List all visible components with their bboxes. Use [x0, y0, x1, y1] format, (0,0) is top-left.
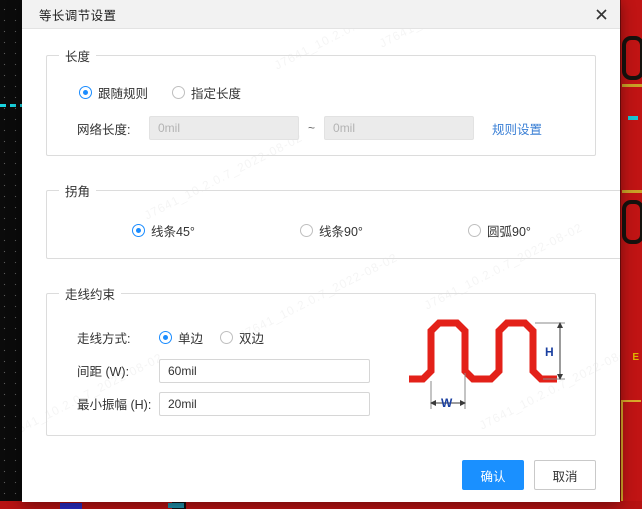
radio-dot-icon — [159, 331, 172, 344]
radio-line-90[interactable]: 线条90° — [300, 221, 468, 240]
radio-dot-icon — [220, 331, 234, 344]
routing-constraint-group: 走线约束 走线方式: 单边 双边 间距 (W): 60mil 最小振幅 (H):… — [46, 284, 596, 436]
dialog-footer: 确认 取消 — [22, 448, 620, 502]
pcb-bottom-trace-blue — [60, 503, 82, 509]
pcb-trace-gold — [622, 84, 642, 87]
length-tuning-settings-dialog: 等长调节设置 J7641_10.2.0.7_2022-08-02 J7641_1… — [22, 0, 620, 502]
pcb-net-marker — [628, 116, 638, 120]
length-mode-radio-group: 跟随规则 指定长度 — [47, 65, 595, 102]
height-dimension-label: H — [545, 345, 554, 359]
routing-group-legend: 走线约束 — [65, 288, 116, 302]
radio-dot-icon — [300, 224, 313, 237]
confirm-button[interactable]: 确认 — [462, 460, 524, 490]
radio-label: 线条90° — [319, 225, 363, 239]
pcb-designator-label: E — [632, 352, 639, 363]
radio-dot-icon — [468, 224, 481, 237]
dialog-title: 等长调节设置 — [39, 8, 117, 23]
length-group-legend: 长度 — [65, 50, 91, 64]
corner-radio-group: 线条45° 线条90° 圆弧90° — [47, 200, 620, 240]
routing-mode-radio-group: 单边 双边 — [159, 328, 264, 347]
radio-label: 圆弧90° — [487, 225, 531, 239]
pcb-keepout-region — [621, 400, 641, 509]
routing-inner: 走线方式: 单边 双边 间距 (W): 60mil 最小振幅 (H): 20mi… — [47, 303, 595, 420]
spacing-input[interactable] — [159, 358, 370, 383]
range-separator: ~ — [308, 121, 316, 135]
amplitude-label: 最小振幅 (H): — [77, 398, 152, 412]
pcb-trace-gold — [622, 190, 642, 193]
cancel-button[interactable]: 取消 — [534, 460, 596, 490]
close-icon[interactable] — [582, 0, 620, 28]
pcb-pad — [622, 200, 642, 244]
pcb-pad — [622, 36, 642, 80]
radio-label: 指定长度 — [191, 87, 242, 101]
width-dimension-label: W — [441, 396, 453, 410]
radio-follow-rule[interactable]: 跟随规则 — [79, 83, 148, 102]
radio-label: 跟随规则 — [98, 87, 149, 101]
radio-single-side[interactable]: 单边 — [159, 328, 203, 347]
radio-label: 单边 — [178, 332, 204, 346]
radio-label: 双边 — [239, 332, 265, 346]
radio-label: 线条45° — [151, 225, 195, 239]
spacing-label: 间距 (W): — [77, 365, 130, 379]
length-group: 长度 跟随规则 指定长度 网络长度: ~ 规则设置 — [46, 46, 596, 156]
radio-arc-90[interactable]: 圆弧90° — [468, 221, 620, 240]
radio-dot-icon — [172, 86, 186, 99]
radio-dot-icon — [132, 224, 145, 237]
dialog-titlebar: 等长调节设置 — [22, 0, 620, 29]
dialog-body: 长度 跟随规则 指定长度 网络长度: ~ 规则设置 拐角 — [22, 46, 620, 436]
corner-group-legend: 拐角 — [65, 185, 91, 199]
net-length-max-input[interactable] — [324, 116, 475, 140]
net-length-min-input[interactable] — [149, 116, 299, 140]
net-length-row: 网络长度: ~ 规则设置 — [47, 102, 595, 140]
pcb-bottom-net-marker — [168, 503, 184, 508]
net-length-label: 网络长度: — [77, 122, 131, 137]
routing-mode-label: 走线方式: — [77, 332, 131, 346]
radio-line-45[interactable]: 线条45° — [132, 221, 300, 240]
radio-specify-length[interactable]: 指定长度 — [172, 83, 241, 102]
corner-group: 拐角 线条45° 线条90° 圆弧90° — [46, 181, 620, 259]
radio-double-side[interactable]: 双边 — [220, 328, 264, 347]
pcb-bottom-copper — [0, 501, 642, 509]
amplitude-input[interactable] — [159, 391, 370, 416]
rule-settings-link[interactable]: 规则设置 — [492, 119, 542, 138]
serpentine-trace-diagram: H W — [405, 309, 577, 419]
radio-dot-icon — [79, 86, 92, 99]
